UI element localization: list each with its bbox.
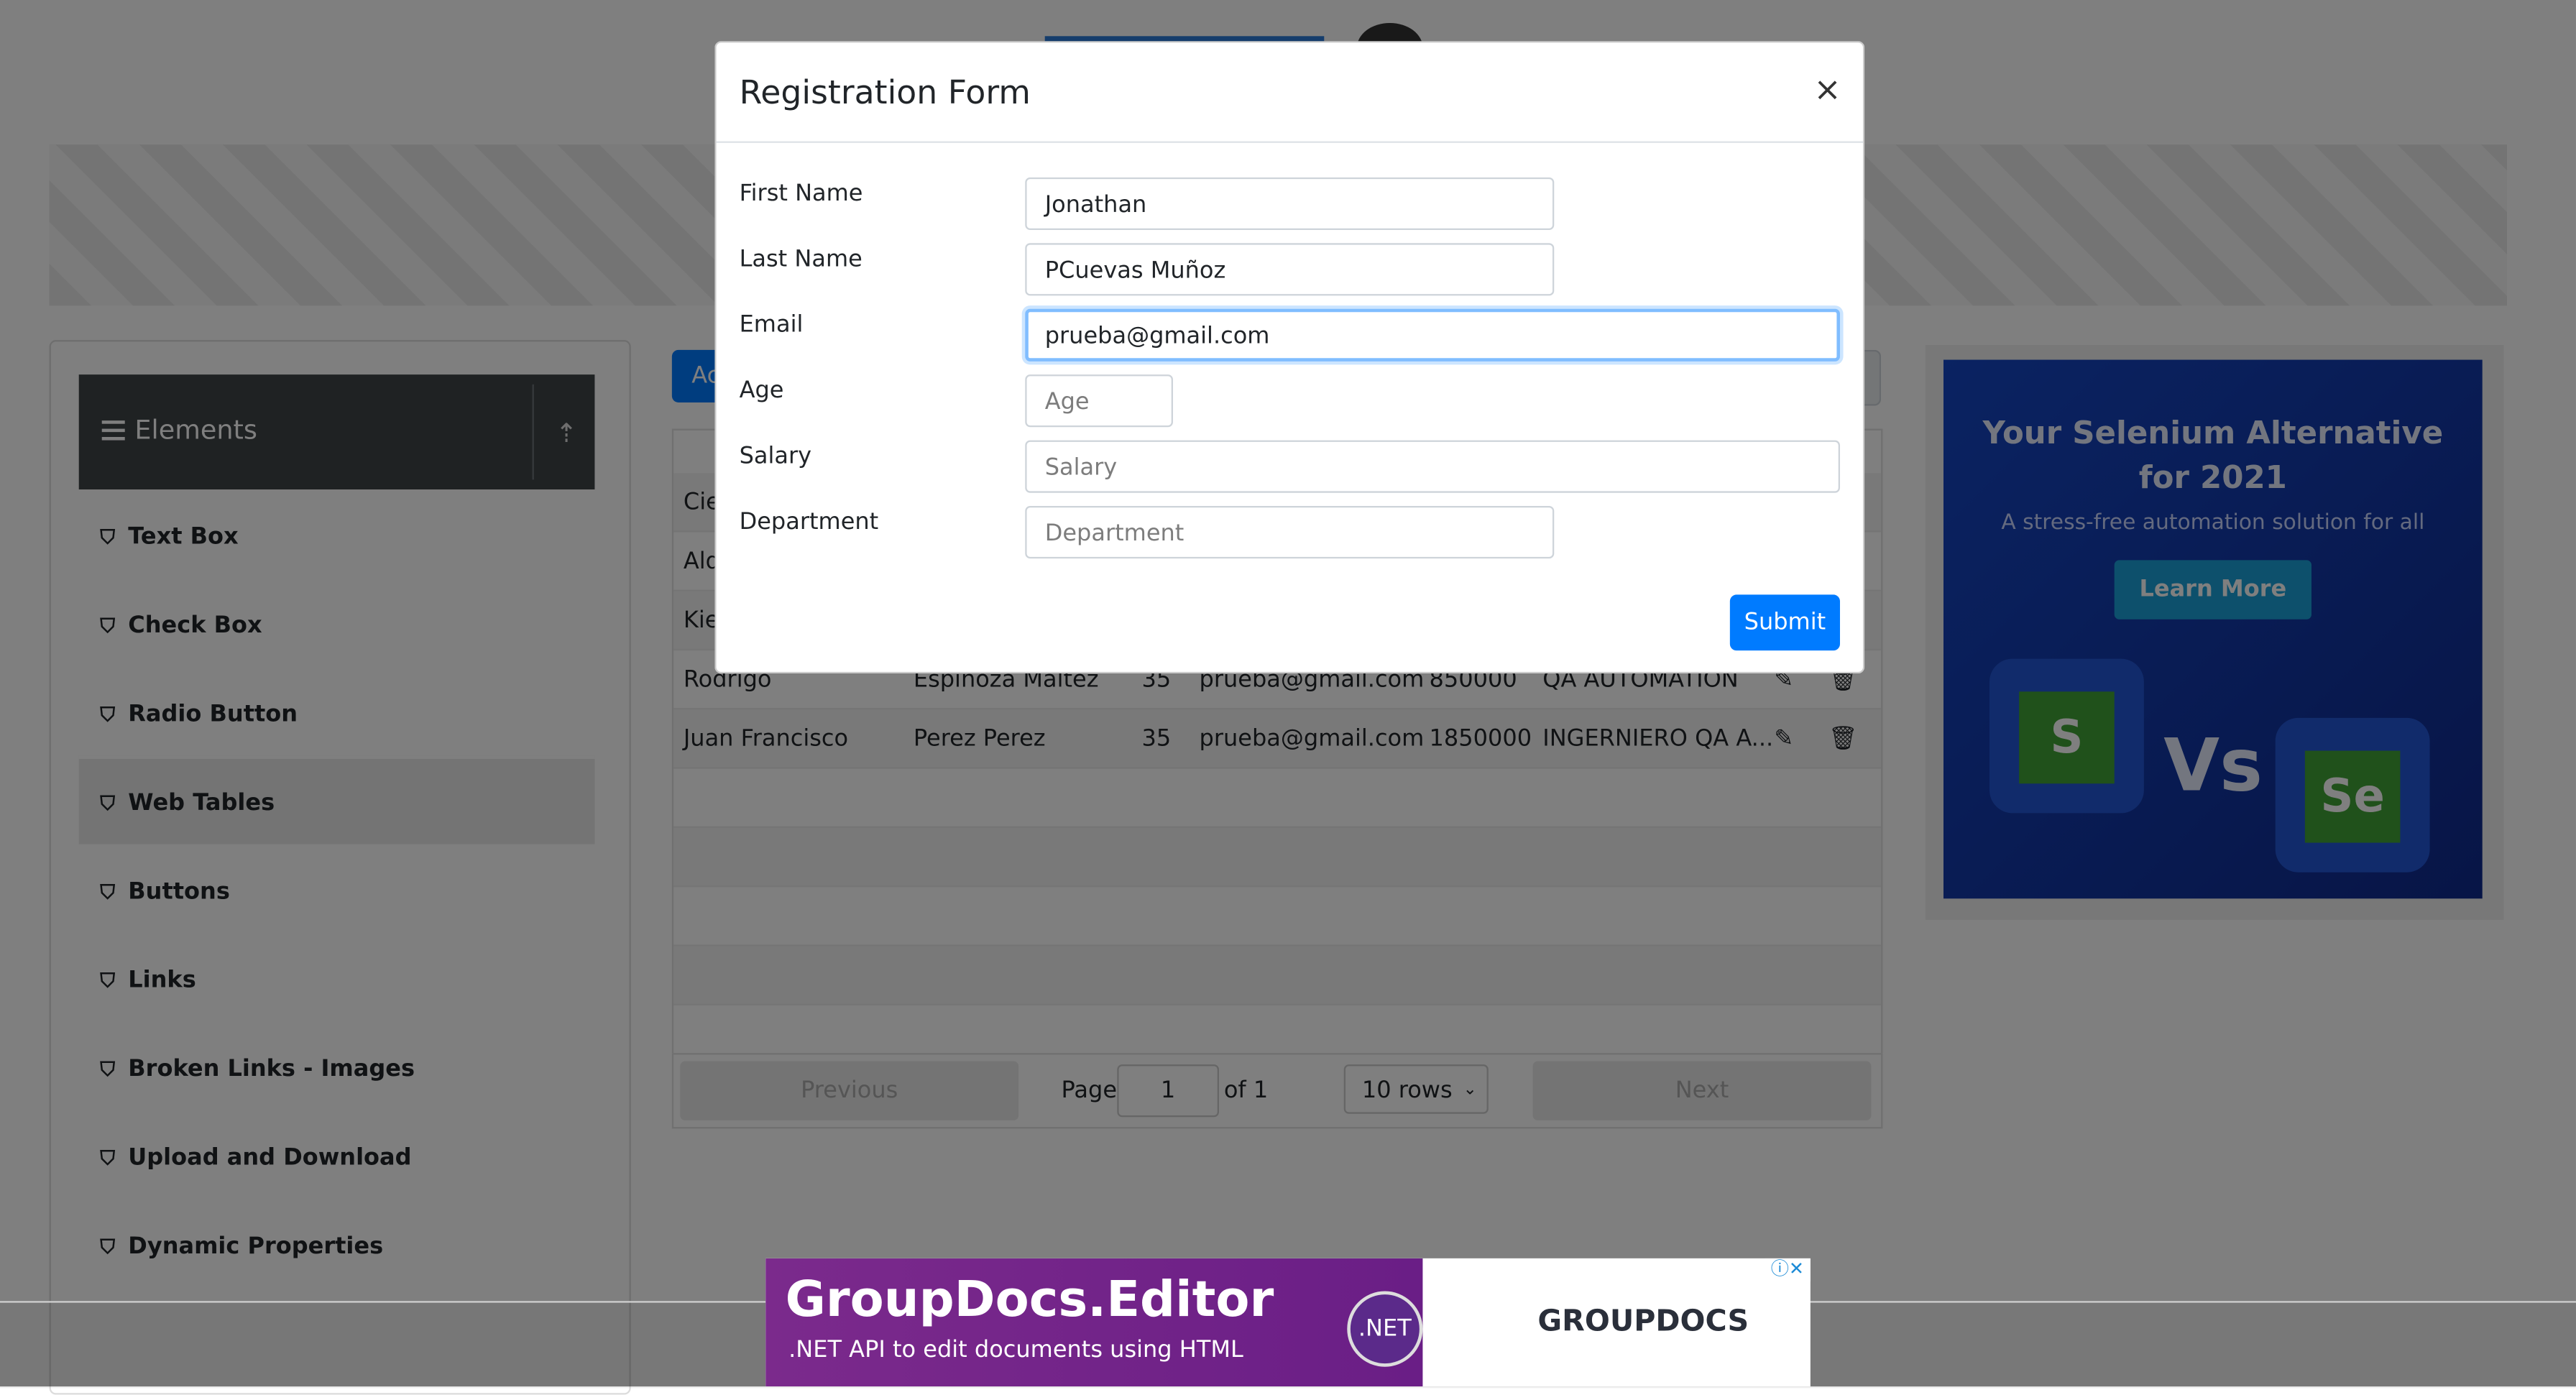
email-label: Email <box>739 312 804 339</box>
submit-button[interactable]: Submit <box>1729 594 1840 651</box>
registration-modal: Registration Form × First Name Jonathan … <box>714 41 1865 674</box>
groupdocs-logo: GROUPDOCS <box>1537 1304 1749 1339</box>
email-input[interactable]: prueba@gmail.com <box>1025 308 1840 362</box>
dotnet-badge-icon: .NET <box>1347 1291 1423 1367</box>
age-input[interactable]: Age <box>1025 374 1173 428</box>
ad-brand: GroupDocs.Editor <box>785 1271 1274 1330</box>
ad-banner-bottom[interactable]: GroupDocs.Editor .NET API to edit docume… <box>765 1258 1811 1387</box>
first-name-label: First Name <box>739 180 863 207</box>
department-input[interactable]: Department <box>1025 505 1555 559</box>
first-name-input[interactable]: Jonathan <box>1025 177 1555 230</box>
page: Elements ⇡ ⛉Text Box ⛉Check Box ⛉Radio B… <box>0 0 2576 1395</box>
viewport: Elements ⇡ ⛉Text Box ⛉Check Box ⛉Radio B… <box>0 0 2576 1395</box>
adchoices-close-icon[interactable]: ⓘ✕ <box>1764 1258 1811 1281</box>
ad-purple-panel: GroupDocs.Editor .NET API to edit docume… <box>765 1258 1423 1387</box>
last-name-label: Last Name <box>739 246 862 273</box>
salary-label: Salary <box>739 443 812 470</box>
ad-tagline: .NET API to edit documents using HTML <box>788 1337 1243 1364</box>
salary-input[interactable]: Salary <box>1025 440 1840 493</box>
modal-title: Registration Form <box>739 72 1031 112</box>
close-icon[interactable]: × <box>1813 69 1841 109</box>
modal-header: Registration Form × <box>716 42 1863 143</box>
department-label: Department <box>739 509 879 536</box>
age-label: Age <box>739 377 784 405</box>
last-name-input[interactable]: PCuevas Muñoz <box>1025 243 1555 296</box>
